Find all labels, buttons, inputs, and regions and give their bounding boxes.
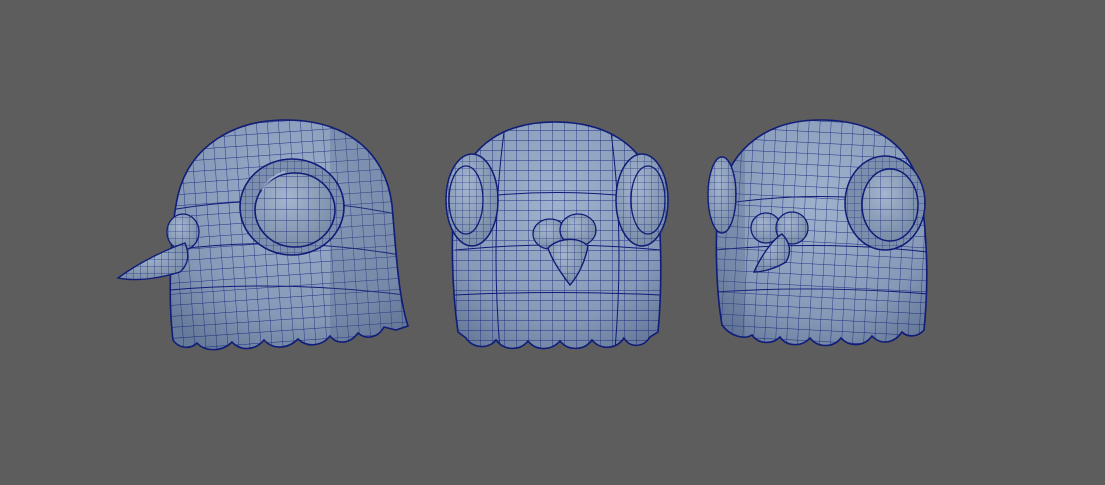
goggle-front-left [445,153,499,247]
bird-model-three-quarter-view[interactable] [699,104,947,366]
goggle-three-quarter-right [844,155,926,251]
goggle-side [239,158,345,256]
bird-model-front-view[interactable] [440,110,670,360]
bird-model-side-view[interactable] [116,101,428,369]
goggle-front-right [615,153,669,247]
goggle-three-quarter-left [707,156,737,234]
3d-viewport[interactable] [0,0,1105,485]
viewport-canvas[interactable] [0,0,1105,485]
